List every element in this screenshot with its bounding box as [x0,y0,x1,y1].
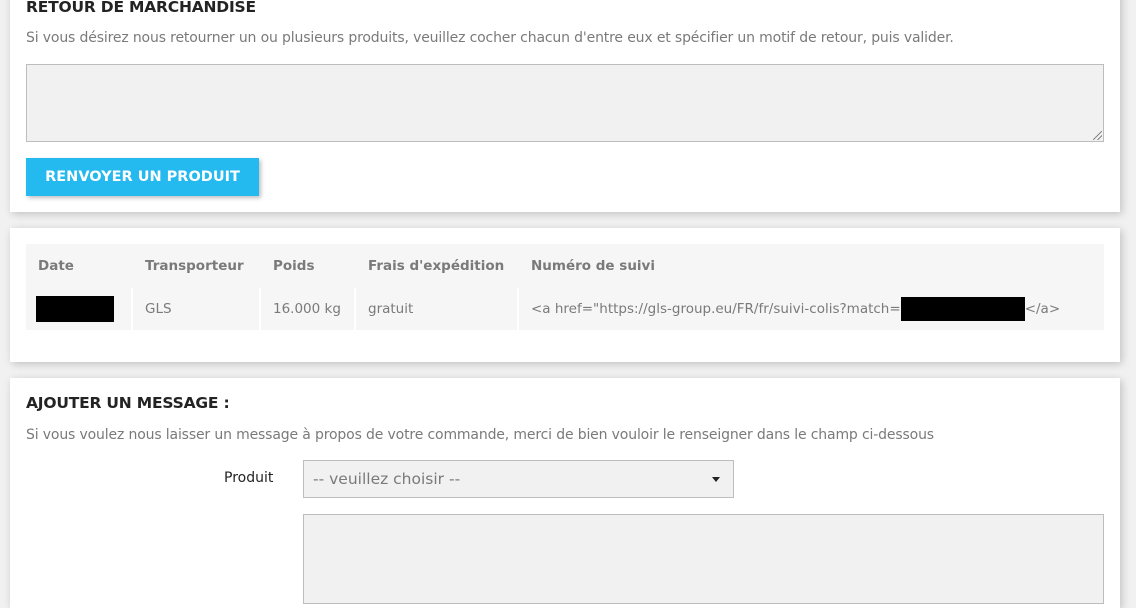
redacted-tracking-id [900,297,1025,321]
return-reason-textarea[interactable] [26,64,1104,142]
product-select-value: -- veuillez choisir -- [313,470,461,488]
column-header-shipping-cost: Frais d'expédition [356,244,519,288]
cell-weight: 16.000 kg [261,288,356,330]
product-label: Produit [224,470,274,486]
cell-date [26,288,133,330]
column-header-tracking-number: Numéro de suivi [519,244,1104,288]
add-message-card: AJOUTER UN MESSAGE : Si vous voulez nous… [10,378,1120,608]
redacted-date [36,296,114,322]
tracking-suffix: </a> [1024,301,1061,317]
chevron-down-icon[interactable] [712,477,720,482]
return-merchandise-card: RETOUR DE MARCHANDISE Si vous désirez no… [10,0,1120,212]
resize-grip-icon[interactable] [1093,131,1102,140]
cell-shipping-cost: gratuit [356,288,519,330]
shipping-table: Date Transporteur Poids Frais d'expéditi… [26,244,1104,330]
return-section-title: RETOUR DE MARCHANDISE [26,0,256,16]
return-section-intro: Si vous désirez nous retourner un ou plu… [26,30,954,46]
cell-carrier: GLS [133,288,261,330]
shipping-info-card: Date Transporteur Poids Frais d'expéditi… [10,228,1120,362]
column-header-carrier: Transporteur [133,244,261,288]
message-section-title: AJOUTER UN MESSAGE : [26,394,230,412]
table-row: GLS 16.000 kg gratuit <a href="https://g… [26,288,1104,330]
table-header-row: Date Transporteur Poids Frais d'expéditi… [26,244,1104,288]
product-select[interactable]: -- veuillez choisir -- [303,460,734,498]
tracking-prefix: <a href="https://gls-group.eu/FR/fr/suiv… [531,301,901,317]
message-textarea[interactable] [303,514,1104,604]
column-header-weight: Poids [261,244,356,288]
column-header-date: Date [26,244,133,288]
return-product-button[interactable]: RENVOYER UN PRODUIT [26,158,259,196]
message-section-intro: Si vous voulez nous laisser un message à… [26,427,934,443]
cell-tracking-number: <a href="https://gls-group.eu/FR/fr/suiv… [519,288,1104,330]
